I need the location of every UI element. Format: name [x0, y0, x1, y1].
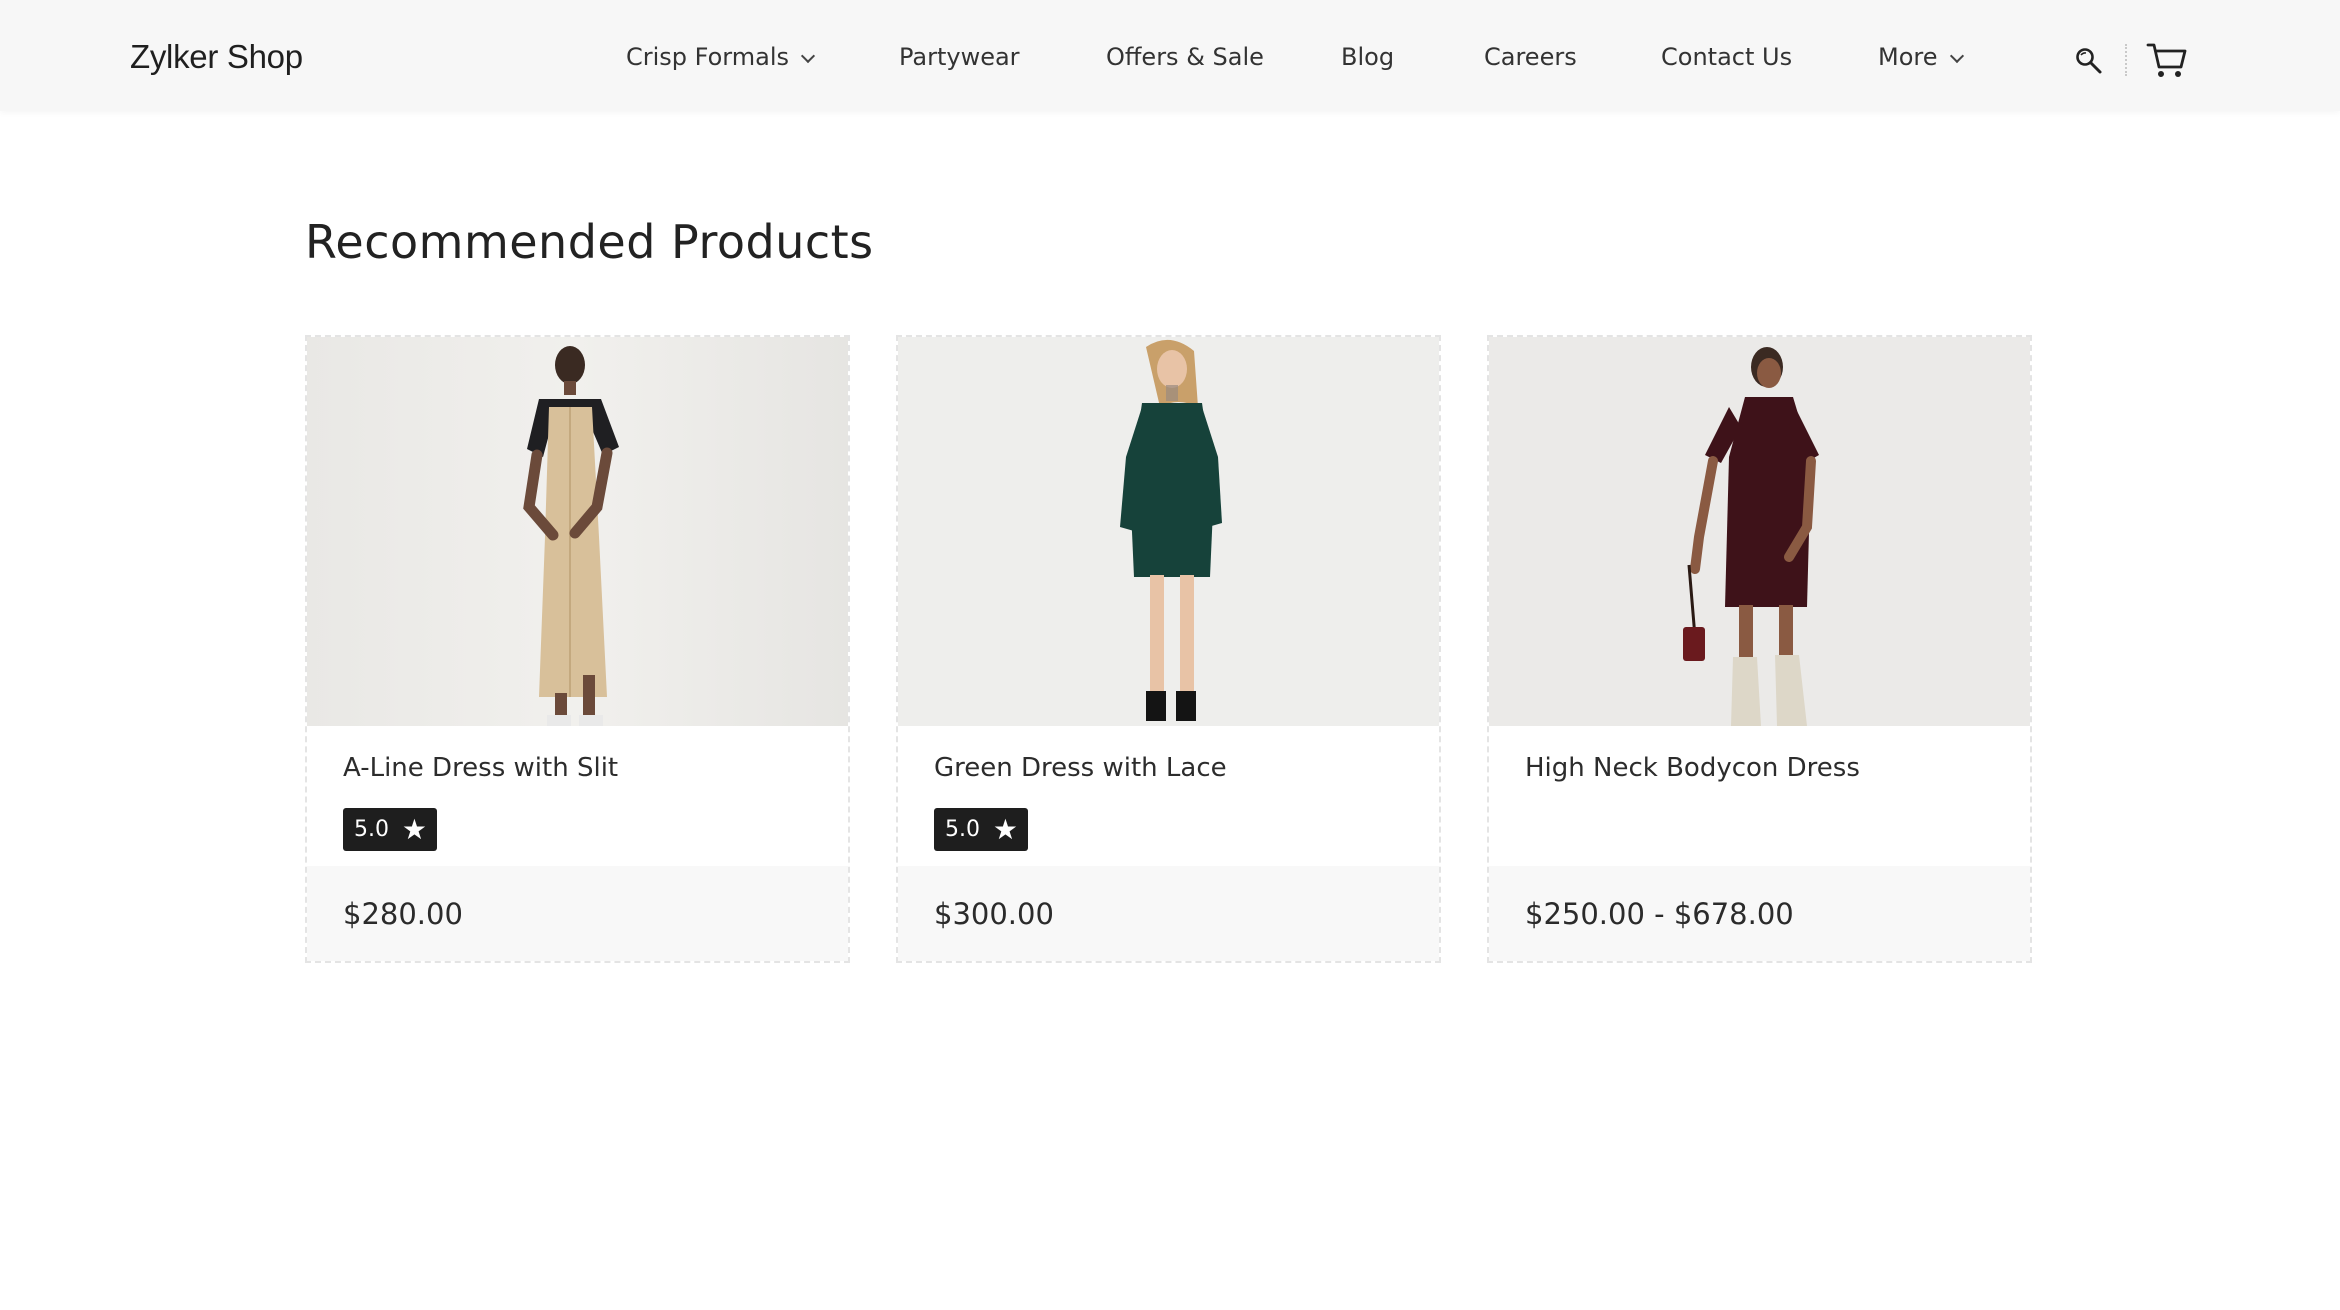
- nav-item-careers[interactable]: Careers: [1484, 42, 1577, 72]
- product-name[interactable]: A-Line Dress with Slit: [343, 751, 618, 785]
- product-price: $280.00: [343, 897, 463, 931]
- nav-item-more[interactable]: More: [1878, 42, 1964, 72]
- product-image[interactable]: [307, 337, 848, 726]
- rating-badge: 5.0 ★: [343, 808, 437, 851]
- product-price: $250.00 - $678.00: [1525, 897, 1794, 931]
- product-name[interactable]: Green Dress with Lace: [934, 751, 1227, 785]
- product-card[interactable]: High Neck Bodycon Dress $250.00 - $678.0…: [1487, 335, 2032, 963]
- nav-item-offers-sale[interactable]: Offers & Sale: [1106, 42, 1264, 72]
- chevron-down-icon: [800, 48, 816, 64]
- price-band: $250.00 - $678.00: [1489, 866, 2030, 961]
- nav-item-contact-us[interactable]: Contact Us: [1661, 42, 1792, 72]
- product-image[interactable]: [1489, 337, 2030, 726]
- star-icon: ★: [401, 813, 427, 846]
- nav-item-label: Contact Us: [1661, 43, 1793, 71]
- nav-item-label: Crisp Formals: [626, 43, 789, 71]
- star-icon: ★: [992, 813, 1018, 846]
- product-card[interactable]: Green Dress with Lace 5.0 ★ $300.00: [896, 335, 1441, 963]
- chevron-down-icon: [1949, 48, 1964, 64]
- product-image[interactable]: [898, 337, 1439, 726]
- cart-icon[interactable]: [2146, 42, 2188, 80]
- product-price: $300.00: [934, 897, 1054, 931]
- rating-value: 5.0: [354, 817, 389, 842]
- site-header: Zylker Shop Crisp Formals Partywear Offe…: [0, 0, 2340, 111]
- nav-item-blog[interactable]: Blog: [1341, 42, 1394, 72]
- price-band: $280.00: [307, 866, 848, 961]
- product-name[interactable]: High Neck Bodycon Dress: [1525, 751, 1860, 785]
- nav-item-label: More: [1878, 43, 1938, 71]
- nav-item-label: Careers: [1484, 43, 1577, 71]
- nav-item-partywear[interactable]: Partywear: [899, 42, 1020, 72]
- nav-item-label: Offers & Sale: [1106, 43, 1264, 71]
- section-title: Recommended Products: [305, 215, 874, 269]
- nav-item-label: Blog: [1341, 43, 1395, 71]
- price-band: $300.00: [898, 866, 1439, 961]
- rating-value: 5.0: [945, 817, 980, 842]
- search-icon[interactable]: [2074, 46, 2104, 76]
- nav-item-crisp-formals[interactable]: Crisp Formals: [626, 42, 816, 72]
- product-card[interactable]: A-Line Dress with Slit 5.0 ★ $280.00: [305, 335, 850, 963]
- header-icon-divider: [2125, 44, 2127, 76]
- rating-badge: 5.0 ★: [934, 808, 1028, 851]
- main-nav: Crisp Formals Partywear Offers & Sale Bl…: [0, 0, 2340, 111]
- nav-item-label: Partywear: [899, 43, 1020, 71]
